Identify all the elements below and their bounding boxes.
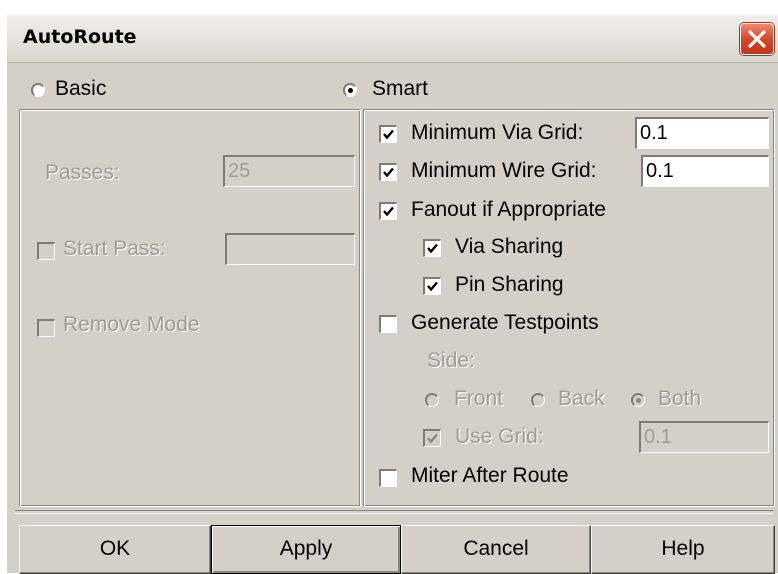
fanout-label: Fanout if Appropriate <box>411 198 606 221</box>
use-grid-checkbox[interactable] <box>423 429 441 447</box>
generate-testpoints-label: Generate Testpoints <box>411 311 599 334</box>
min-wire-grid-field[interactable]: 0.1 <box>641 155 769 187</box>
smart-mode-radio[interactable] <box>343 83 357 97</box>
generate-testpoints-checkbox[interactable] <box>379 315 397 333</box>
min-via-grid-field[interactable]: 0.1 <box>635 117 769 149</box>
miter-after-route-checkbox[interactable] <box>379 469 397 487</box>
min-wire-grid-label: Minimum Wire Grid: <box>411 159 597 182</box>
checkmark-icon <box>427 281 438 292</box>
checkmark-icon <box>427 433 438 444</box>
checkmark-icon <box>427 243 438 254</box>
help-button[interactable]: Help <box>591 525 775 574</box>
autoroute-dialog: AutoRoute Basic Smart Passes: 25 Start P… <box>6 14 778 574</box>
min-wire-grid-checkbox[interactable] <box>379 163 397 181</box>
min-via-grid-checkbox[interactable] <box>379 125 397 143</box>
via-sharing-label: Via Sharing <box>455 235 564 258</box>
basic-mode-label[interactable]: Basic <box>55 77 106 101</box>
side-back-label: Back <box>558 387 605 410</box>
passes-field[interactable]: 25 <box>223 155 355 187</box>
checkmark-icon <box>383 129 394 140</box>
use-grid-field[interactable]: 0.1 <box>639 421 769 453</box>
basic-mode-radio[interactable] <box>31 83 45 97</box>
pin-sharing-checkbox[interactable] <box>423 277 441 295</box>
min-via-grid-label: Minimum Via Grid: <box>411 121 584 144</box>
title-bar[interactable]: AutoRoute <box>7 15 778 63</box>
radio-selected-dot <box>636 398 641 403</box>
close-button[interactable] <box>740 23 774 55</box>
miter-after-route-label: Miter After Route <box>411 464 569 487</box>
pin-sharing-label: Pin Sharing <box>455 273 564 296</box>
fanout-checkbox[interactable] <box>379 202 397 220</box>
close-icon <box>748 30 766 48</box>
remove-mode-label: Remove Mode <box>63 313 200 336</box>
passes-label: Passes: <box>45 161 120 184</box>
via-sharing-checkbox[interactable] <box>423 239 441 257</box>
remove-mode-checkbox[interactable] <box>37 319 55 337</box>
side-front-radio[interactable] <box>425 393 439 407</box>
apply-button[interactable]: Apply <box>211 525 401 574</box>
checkmark-icon <box>383 167 394 178</box>
smart-mode-label[interactable]: Smart <box>372 77 428 101</box>
ok-button[interactable]: OK <box>19 525 211 574</box>
side-both-radio[interactable] <box>631 393 645 407</box>
side-front-label: Front <box>454 387 504 410</box>
side-label: Side: <box>427 349 475 372</box>
checkmark-icon <box>383 206 394 217</box>
button-separator <box>15 510 773 514</box>
start-pass-label: Start Pass: <box>63 237 166 260</box>
side-both-label: Both <box>658 387 702 410</box>
start-pass-field[interactable] <box>225 233 355 265</box>
side-back-radio[interactable] <box>531 393 545 407</box>
use-grid-label: Use Grid: <box>455 425 544 448</box>
cancel-button[interactable]: Cancel <box>401 525 591 574</box>
radio-selected-dot <box>348 88 353 93</box>
window-title: AutoRoute <box>23 26 137 48</box>
start-pass-checkbox[interactable] <box>37 242 55 260</box>
